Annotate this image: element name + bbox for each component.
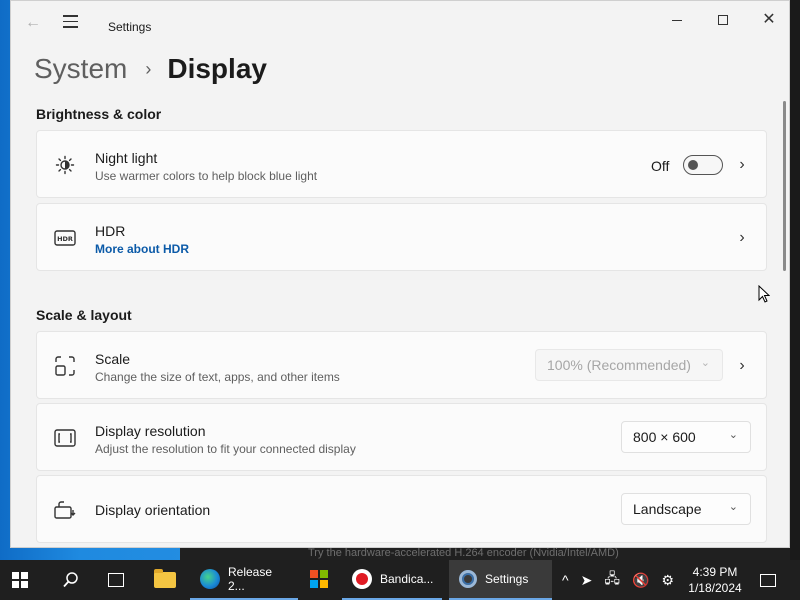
resolution-icon [54,428,76,448]
orientation-title: Display orientation [95,502,211,518]
breadcrumb: System › Display [34,51,267,87]
store-icon [310,570,328,588]
minimize-button[interactable] [654,7,700,33]
orientation-icon [54,500,76,520]
window-title: Settings [108,20,152,34]
taskbar-app-label: Release 2... [228,565,273,593]
section-title-scale: Scale & layout [36,307,132,323]
network-icon[interactable]: 🖧 [604,568,620,592]
taskbar: Release 2... Bandica... Settings ^ ➤ 🖧 🔇… [0,560,800,600]
hdr-card[interactable]: HDR HDR More about HDR › [36,203,767,271]
resolution-title: Display resolution [95,423,206,439]
chevron-down-icon: ⌄ [728,429,738,441]
night-light-toggle[interactable] [683,155,723,175]
settings-window: ← Settings ✕ System › Display Brightness… [10,0,790,548]
night-light-subtitle: Use warmer colors to help block blue lig… [95,169,318,183]
hdr-more-link[interactable]: More about HDR [95,242,189,256]
chevron-right-icon: › [145,58,152,79]
volume-muted-icon[interactable]: 🔇 [632,572,649,589]
clock-date: 1/18/2024 [688,581,742,595]
system-tray: ^ ➤ 🖧 🔇 ⚙ [560,560,690,600]
hamburger-menu-icon[interactable] [63,15,83,31]
resolution-card[interactable]: Display resolution Adjust the resolution… [36,403,767,471]
taskbar-app-edge[interactable]: Release 2... [190,560,298,600]
edge-icon [200,569,220,589]
scale-icon [54,356,76,376]
minimize-icon [672,19,682,21]
location-icon[interactable]: ➤ [581,572,593,589]
folder-icon [154,569,176,588]
bandicam-icon [352,569,372,589]
hdr-icon: HDR [54,228,76,248]
taskbar-app-label: Bandica... [380,572,434,586]
chevron-right-icon[interactable]: › [736,356,748,376]
orientation-dropdown-value: Landscape [633,501,702,517]
scale-subtitle: Change the size of text, apps, and other… [95,370,340,384]
night-light-card[interactable]: Night light Use warmer colors to help bl… [36,130,767,198]
night-light-title: Night light [95,150,158,166]
search-icon[interactable] [62,560,82,600]
scale-dropdown-value: 100% (Recommended) [547,357,691,373]
settings-tray-icon[interactable]: ⚙ [661,572,674,589]
taskbar-app-label: Settings [485,572,529,586]
notification-icon [760,573,776,587]
chevron-up-icon[interactable]: ^ [562,572,569,588]
toggle-knob [688,160,698,170]
notification-button[interactable] [757,560,779,600]
start-button[interactable] [12,560,36,600]
night-light-state-label: Off [651,158,670,174]
resolution-dropdown-value: 800 × 600 [633,429,696,445]
orientation-dropdown[interactable]: Landscape ⌄ [621,493,751,525]
task-view-button[interactable] [108,560,130,600]
close-button[interactable]: ✕ [746,7,789,33]
background-window-text: Try the hardware-accelerated H.264 encod… [180,547,790,560]
desktop-edge [790,0,800,560]
clock[interactable]: 4:39 PM 1/18/2024 [686,564,744,596]
mouse-cursor-icon [758,284,771,303]
orientation-card[interactable]: Display orientation Landscape ⌄ [36,475,767,543]
title-bar: ← Settings ✕ [11,1,789,41]
clock-time: 4:39 PM [692,565,738,579]
next-setting-card[interactable] [36,547,767,548]
back-arrow-icon[interactable]: ← [23,13,43,33]
resolution-dropdown[interactable]: 800 × 600 ⌄ [621,421,751,453]
taskbar-app-store[interactable] [305,560,331,600]
chevron-down-icon: ⌄ [700,357,710,369]
scale-dropdown[interactable]: 100% (Recommended) ⌄ [535,349,723,381]
brightness-icon [54,155,76,175]
hdr-title: HDR [95,223,126,239]
file-explorer-button[interactable] [154,560,180,600]
breadcrumb-system[interactable]: System [34,53,127,85]
task-view-icon [108,573,124,587]
scale-card[interactable]: Scale Change the size of text, apps, and… [36,331,767,399]
taskbar-app-settings[interactable]: Settings [449,560,552,600]
resolution-subtitle: Adjust the resolution to fit your connec… [95,442,356,456]
chevron-right-icon[interactable]: › [736,155,748,175]
maximize-icon [718,15,728,25]
scrollbar[interactable] [783,101,786,271]
page-title: Display [167,53,267,84]
settings-gear-icon [459,570,477,588]
maximize-button[interactable] [700,7,746,33]
section-title-brightness: Brightness & color [36,106,162,122]
chevron-down-icon: ⌄ [728,501,738,513]
chevron-right-icon[interactable]: › [736,228,748,248]
svg-text:HDR: HDR [57,235,73,243]
taskbar-app-bandicam[interactable]: Bandica... [342,560,442,600]
windows-logo-icon [12,572,28,588]
scale-title: Scale [95,351,131,367]
close-icon: ✕ [762,11,776,28]
